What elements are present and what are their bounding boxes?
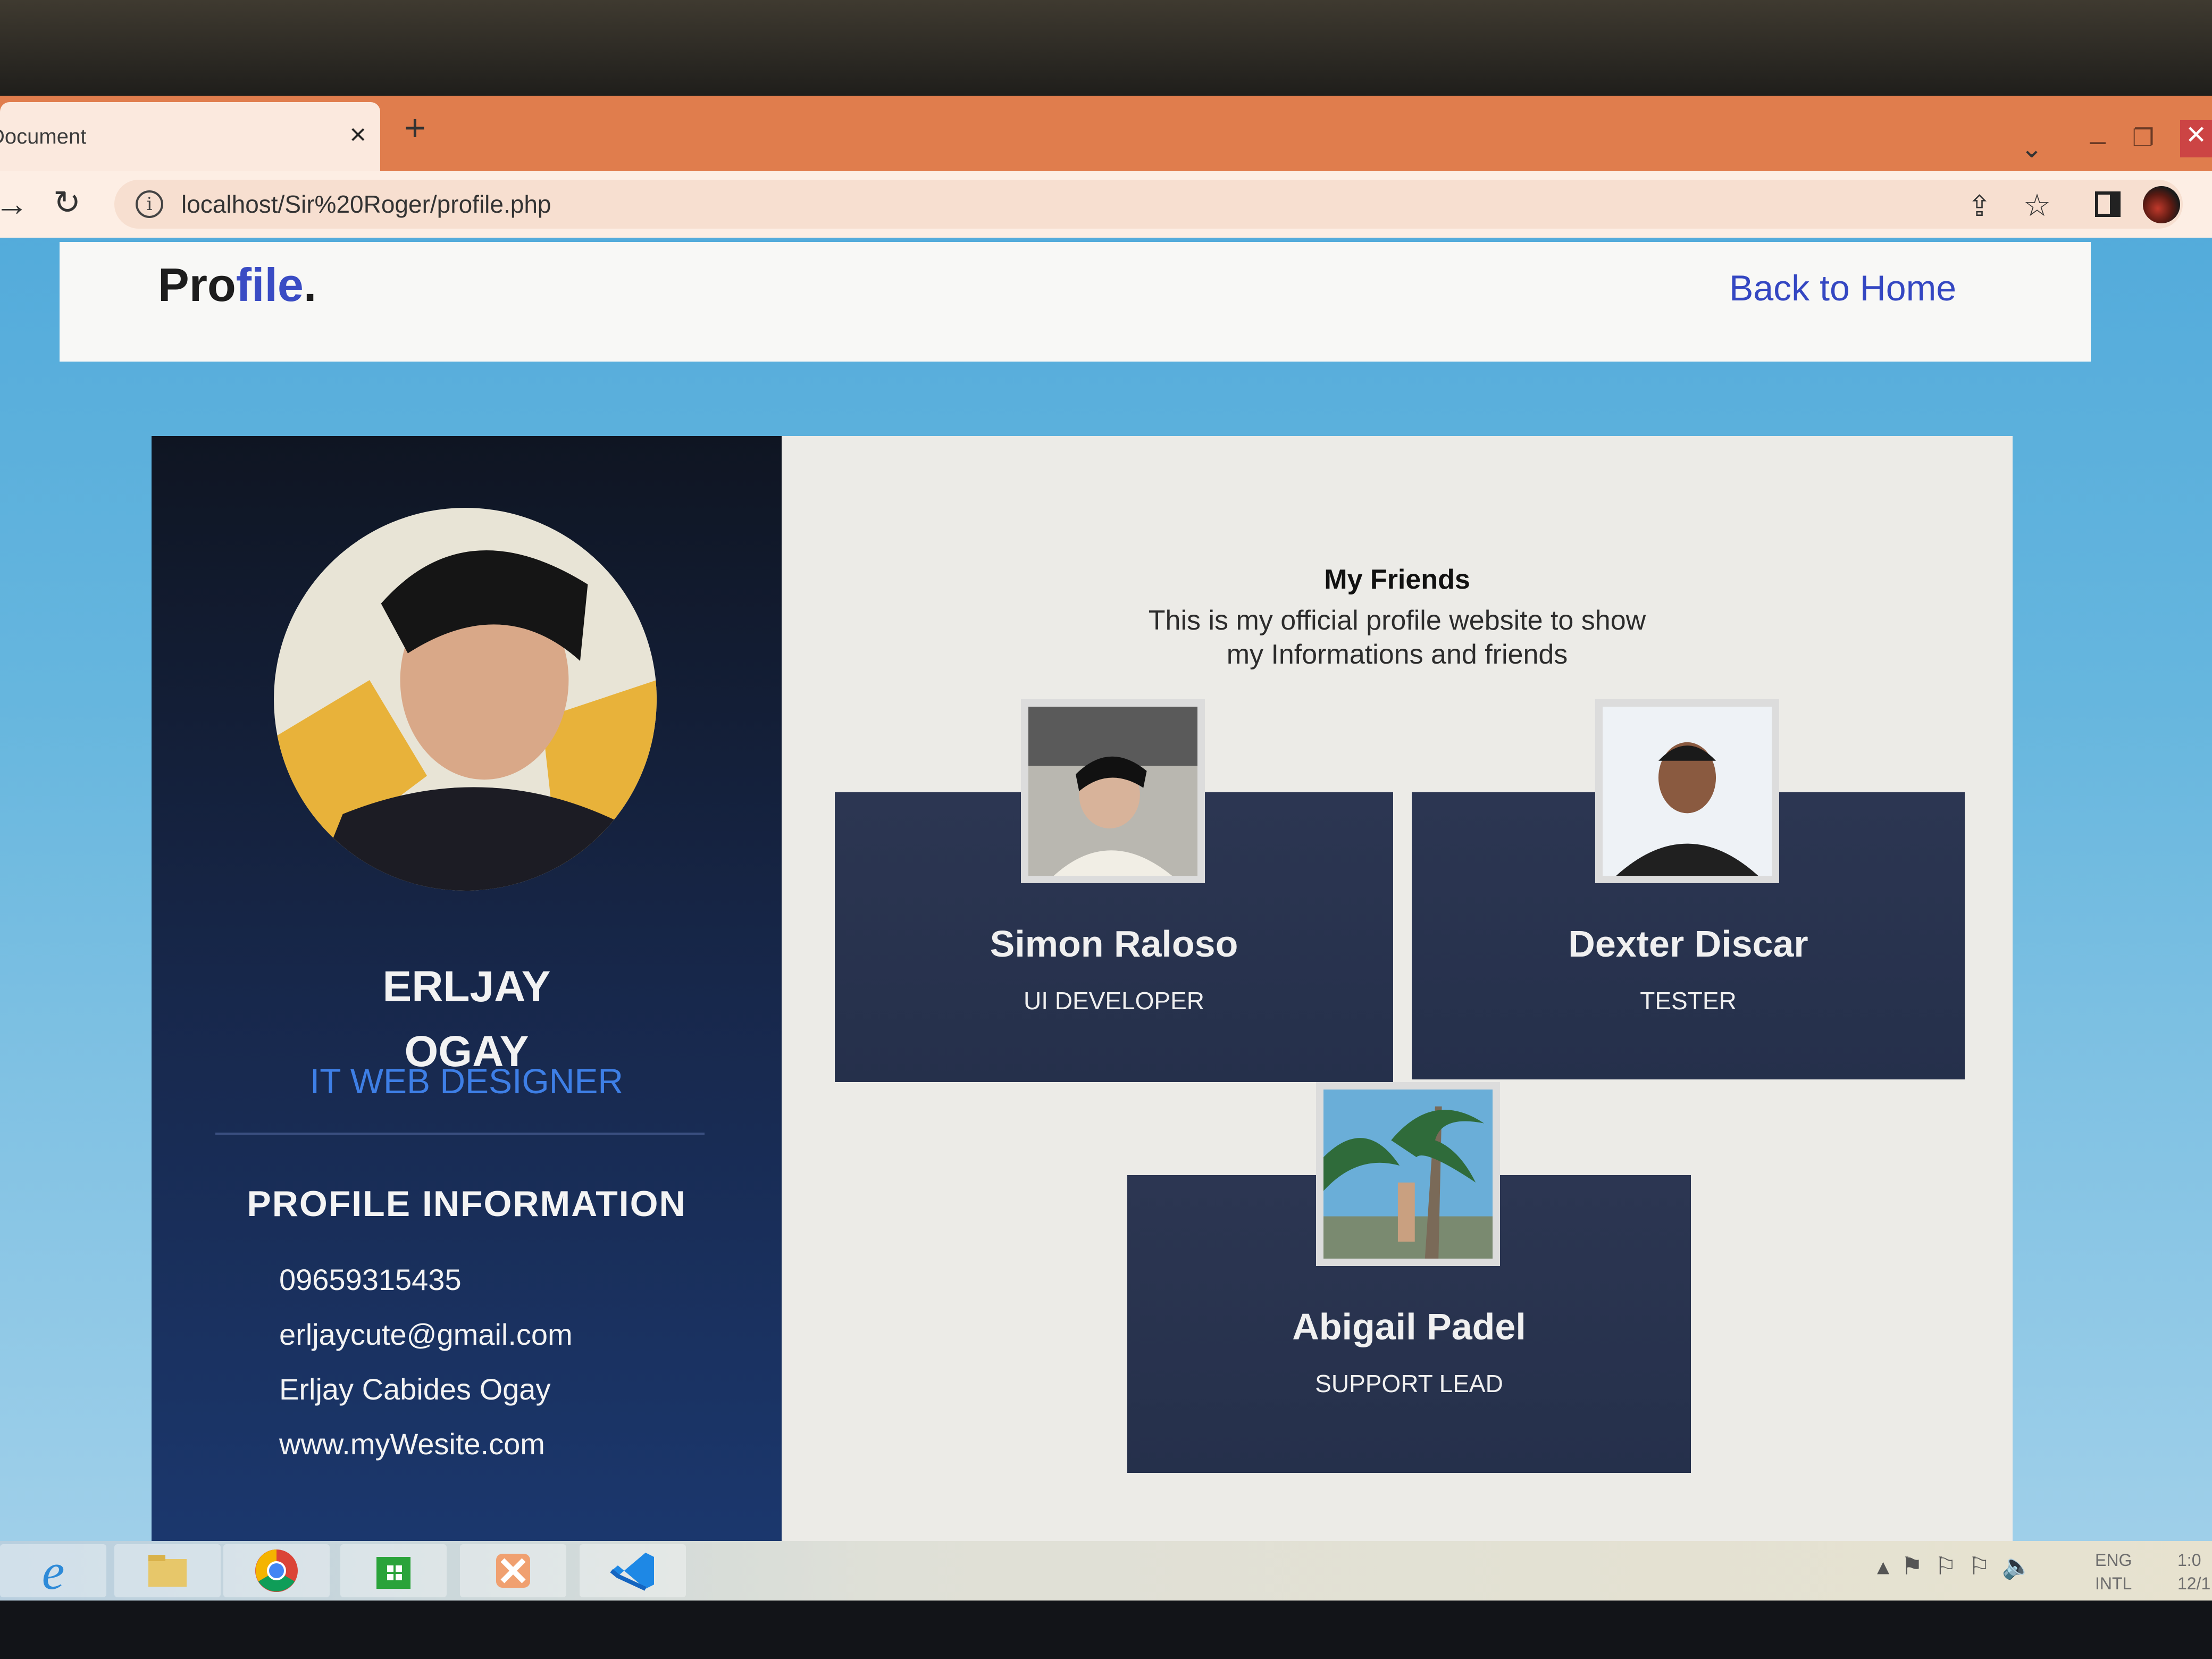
friend-name: Simon Raloso — [990, 923, 1238, 965]
profile-sidebar: ERLJAY OGAY IT WEB DESIGNER PROFILE INFO… — [152, 436, 782, 1601]
system-tray-icons[interactable]: ▴⚑⚐⚐🔈 — [1877, 1552, 2044, 1581]
maximize-button[interactable]: ❐ — [2132, 123, 2154, 152]
friend-role: SUPPORT LEAD — [1315, 1370, 1503, 1397]
profile-email: erljaycute@gmail.com — [279, 1318, 573, 1351]
side-panel-icon[interactable] — [2095, 191, 2121, 217]
clock[interactable]: 1:0 12/1 — [2177, 1548, 2210, 1595]
friends-section: My Friends This is my official profile w… — [782, 436, 2013, 1601]
address-bar[interactable]: i localhost/Sir%20Roger/profile.php — [114, 180, 2183, 229]
taskbar: e ▴⚑⚐⚐🔈 ENG INTL 1:0 12/1 — [0, 1541, 2212, 1601]
brand-part-pro: Pro — [158, 258, 236, 311]
friend-name: Abigail Padel — [1292, 1306, 1526, 1347]
friends-description: This is my official profile website to s… — [782, 604, 2013, 672]
star-icon[interactable]: ☆ — [2023, 187, 2051, 223]
friend-role: UI DEVELOPER — [1024, 987, 1204, 1015]
friend-role: TESTER — [1640, 987, 1737, 1015]
profile-info-heading: PROFILE INFORMATION — [247, 1184, 686, 1224]
lang-line: ENG — [2095, 1551, 2132, 1570]
vscode-icon[interactable] — [580, 1544, 686, 1597]
profile-full-name: Erljay Cabides Ogay — [279, 1372, 551, 1406]
profile-avatar-icon[interactable] — [2143, 186, 2180, 223]
profile-card: ERLJAY OGAY IT WEB DESIGNER PROFILE INFO… — [152, 436, 2013, 1601]
friend-photo — [1021, 699, 1205, 883]
language-indicator[interactable]: ENG INTL — [2095, 1548, 2132, 1595]
svg-text:e: e — [42, 1544, 65, 1597]
brand-logo: Profile. — [158, 258, 316, 312]
tab-strip: Document × + ⌄ – ❐ ✕ — [0, 96, 2212, 171]
clock-date: 12/1 — [2177, 1574, 2211, 1593]
profile-role: IT WEB DESIGNER — [309, 1061, 624, 1101]
info-icon[interactable]: i — [136, 190, 163, 218]
screen: Document × + ⌄ – ❐ ✕ → ↻ i localhost/Sir… — [0, 96, 2212, 1601]
divider — [215, 1133, 705, 1135]
share-icon[interactable]: ⇪ — [1967, 189, 1991, 223]
profile-info-list: 09659315435 erljaycute@gmail.com Erljay … — [279, 1252, 573, 1471]
profile-website: www.myWesite.com — [279, 1427, 545, 1461]
monitor-bezel-bottom — [0, 1601, 2212, 1659]
brand-dot: . — [303, 258, 317, 311]
back-arrow-icon[interactable]: → — [0, 184, 29, 223]
brand-part-file: file — [236, 258, 304, 311]
profile-first-name: ERLJAY — [382, 962, 551, 1011]
browser-toolbar: → ↻ i localhost/Sir%20Roger/profile.php … — [0, 171, 2212, 238]
friend-card[interactable]: Dexter Discar TESTER — [1412, 699, 1965, 1079]
back-to-home-link[interactable]: Back to Home — [1729, 267, 1956, 309]
friend-card[interactable]: Simon Raloso UI DEVELOPER — [835, 699, 1393, 1082]
friend-photo — [1316, 1082, 1500, 1266]
friends-title: My Friends — [1324, 564, 1470, 595]
friend-name: Dexter Discar — [1568, 923, 1808, 965]
profile-photo — [274, 508, 657, 891]
lang-line: INTL — [2095, 1574, 2132, 1593]
internet-explorer-icon[interactable]: e — [0, 1543, 106, 1600]
close-window-button[interactable]: ✕ — [2180, 120, 2212, 157]
page-header: Profile. Back to Home — [60, 242, 2091, 362]
tab-title: Document — [0, 124, 87, 148]
tab-search-chevron-icon[interactable]: ⌄ — [2021, 133, 2043, 164]
friends-desc-line: my Informations and friends — [1226, 639, 1568, 670]
browser-tab[interactable]: Document × — [0, 102, 380, 171]
tab-close-icon[interactable]: × — [349, 118, 366, 151]
friends-desc-line: This is my official profile website to s… — [1148, 605, 1646, 636]
reload-icon[interactable]: ↻ — [53, 183, 81, 222]
store-icon[interactable] — [340, 1544, 447, 1597]
new-tab-button[interactable]: + — [404, 106, 426, 149]
profile-phone: 09659315435 — [279, 1263, 462, 1296]
url-text[interactable]: localhost/Sir%20Roger/profile.php — [181, 190, 551, 219]
minimize-button[interactable]: – — [2090, 124, 2106, 157]
clock-time: 1:0 — [2177, 1551, 2201, 1570]
xampp-icon[interactable] — [460, 1544, 566, 1597]
chrome-icon[interactable] — [223, 1544, 330, 1597]
monitor-bezel-top — [0, 0, 2212, 96]
file-explorer-icon[interactable] — [114, 1544, 221, 1597]
friend-photo — [1595, 699, 1779, 883]
friend-card[interactable]: Abigail Padel SUPPORT LEAD — [1127, 1082, 1691, 1473]
